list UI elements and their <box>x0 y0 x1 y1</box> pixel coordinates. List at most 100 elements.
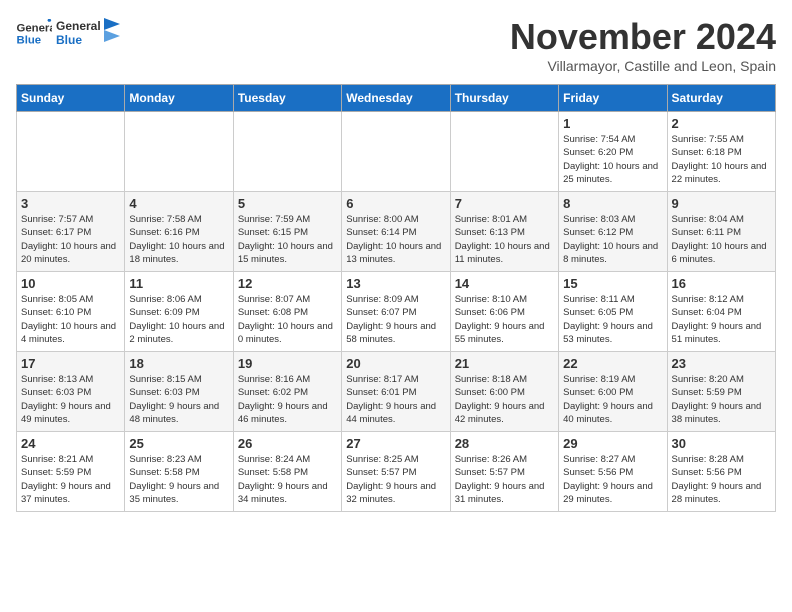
day-number: 11 <box>129 276 228 291</box>
day-number: 15 <box>563 276 662 291</box>
calendar-cell: 20 Sunrise: 8:17 AM Sunset: 6:01 PM Dayli… <box>342 352 450 432</box>
day-number: 4 <box>129 196 228 211</box>
day-info: Sunrise: 8:05 AM Sunset: 6:10 PM Dayligh… <box>21 293 120 346</box>
calendar-cell: 26Sunrise: 8:24 AM Sunset: 5:58 PM Dayli… <box>233 432 341 512</box>
day-number: 5 <box>238 196 337 211</box>
calendar-cell: 25Sunrise: 8:23 AM Sunset: 5:58 PM Dayli… <box>125 432 233 512</box>
calendar-cell: 27 Sunrise: 8:25 AM Sunset: 5:57 PM Dayli… <box>342 432 450 512</box>
calendar-cell: 13 Sunrise: 8:09 AM Sunset: 6:07 PM Dayli… <box>342 272 450 352</box>
day-number: 20 <box>346 356 445 371</box>
day-of-week-header: Sunday <box>17 85 125 112</box>
day-number: 10 <box>21 276 120 291</box>
day-number: 14 <box>455 276 554 291</box>
day-number: 12 <box>238 276 337 291</box>
day-info: Sunrise: 8:28 AM Sunset: 5:56 PM Dayligh… <box>672 453 771 506</box>
day-number: 13 <box>346 276 445 291</box>
day-number: 3 <box>21 196 120 211</box>
day-info: Sunrise: 7:57 AM Sunset: 6:17 PM Dayligh… <box>21 213 120 266</box>
day-number: 7 <box>455 196 554 211</box>
calendar-cell <box>342 112 450 192</box>
calendar-cell: 7 Sunrise: 8:01 AM Sunset: 6:13 PM Daylig… <box>450 192 558 272</box>
day-number: 21 <box>455 356 554 371</box>
calendar-cell: 10 Sunrise: 8:05 AM Sunset: 6:10 PM Dayli… <box>17 272 125 352</box>
day-info: Sunrise: 8:18 AM Sunset: 6:00 PM Dayligh… <box>455 373 554 426</box>
svg-text:Blue: Blue <box>17 35 42 47</box>
day-of-week-header: Monday <box>125 85 233 112</box>
calendar-cell <box>125 112 233 192</box>
day-info: Sunrise: 7:59 AM Sunset: 6:15 PM Dayligh… <box>238 213 337 266</box>
calendar-week-row: 3 Sunrise: 7:57 AM Sunset: 6:17 PM Daylig… <box>17 192 776 272</box>
calendar-header-row: SundayMondayTuesdayWednesdayThursdayFrid… <box>17 85 776 112</box>
calendar-cell: 18 Sunrise: 8:15 AM Sunset: 6:03 PM Dayli… <box>125 352 233 432</box>
day-info: Sunrise: 8:13 AM Sunset: 6:03 PM Dayligh… <box>21 373 120 426</box>
day-number: 16 <box>672 276 771 291</box>
logo-flag <box>102 16 122 50</box>
calendar-cell: 19 Sunrise: 8:16 AM Sunset: 6:02 PM Dayli… <box>233 352 341 432</box>
calendar-cell: 30 Sunrise: 8:28 AM Sunset: 5:56 PM Dayli… <box>667 432 775 512</box>
day-number: 30 <box>672 436 771 451</box>
day-number: 17 <box>21 356 120 371</box>
day-number: 28 <box>455 436 554 451</box>
day-info: Sunrise: 8:03 AM Sunset: 6:12 PM Dayligh… <box>563 213 662 266</box>
calendar-cell: 5 Sunrise: 7:59 AM Sunset: 6:15 PM Daylig… <box>233 192 341 272</box>
header: General Blue General Blue November 2024 … <box>16 16 776 74</box>
day-info: Sunrise: 8:25 AM Sunset: 5:57 PM Dayligh… <box>346 453 445 506</box>
day-info: Sunrise: 8:00 AM Sunset: 6:14 PM Dayligh… <box>346 213 445 266</box>
day-info: Sunrise: 8:24 AM Sunset: 5:58 PM Dayligh… <box>238 453 337 506</box>
calendar-cell: 12 Sunrise: 8:07 AM Sunset: 6:08 PM Dayli… <box>233 272 341 352</box>
day-number: 6 <box>346 196 445 211</box>
day-of-week-header: Wednesday <box>342 85 450 112</box>
day-info: Sunrise: 8:20 AM Sunset: 5:59 PM Dayligh… <box>672 373 771 426</box>
day-number: 29 <box>563 436 662 451</box>
calendar-cell: 2Sunrise: 7:55 AM Sunset: 6:18 PM Daylig… <box>667 112 775 192</box>
calendar-week-row: 1Sunrise: 7:54 AM Sunset: 6:20 PM Daylig… <box>17 112 776 192</box>
day-number: 22 <box>563 356 662 371</box>
calendar-cell: 29Sunrise: 8:27 AM Sunset: 5:56 PM Dayli… <box>559 432 667 512</box>
day-info: Sunrise: 8:09 AM Sunset: 6:07 PM Dayligh… <box>346 293 445 346</box>
day-of-week-header: Friday <box>559 85 667 112</box>
calendar-cell: 15 Sunrise: 8:11 AM Sunset: 6:05 PM Dayli… <box>559 272 667 352</box>
day-info: Sunrise: 7:55 AM Sunset: 6:18 PM Dayligh… <box>672 133 771 186</box>
calendar-cell <box>450 112 558 192</box>
day-number: 25 <box>129 436 228 451</box>
calendar-cell: 8 Sunrise: 8:03 AM Sunset: 6:12 PM Daylig… <box>559 192 667 272</box>
day-number: 8 <box>563 196 662 211</box>
day-number: 1 <box>563 116 662 131</box>
day-info: Sunrise: 8:15 AM Sunset: 6:03 PM Dayligh… <box>129 373 228 426</box>
day-info: Sunrise: 8:21 AM Sunset: 5:59 PM Dayligh… <box>21 453 120 506</box>
day-info: Sunrise: 8:16 AM Sunset: 6:02 PM Dayligh… <box>238 373 337 426</box>
logo: General Blue General Blue <box>16 16 122 50</box>
calendar-table: SundayMondayTuesdayWednesdayThursdayFrid… <box>16 84 776 512</box>
logo-svg: General Blue <box>56 16 100 50</box>
title-area: November 2024 Villarmayor, Castille and … <box>510 16 776 74</box>
calendar-cell: 28 Sunrise: 8:26 AM Sunset: 5:57 PM Dayli… <box>450 432 558 512</box>
day-number: 23 <box>672 356 771 371</box>
day-number: 27 <box>346 436 445 451</box>
subtitle: Villarmayor, Castille and Leon, Spain <box>510 58 776 74</box>
calendar-cell: 17 Sunrise: 8:13 AM Sunset: 6:03 PM Dayli… <box>17 352 125 432</box>
day-info: Sunrise: 8:06 AM Sunset: 6:09 PM Dayligh… <box>129 293 228 346</box>
day-number: 9 <box>672 196 771 211</box>
svg-text:General: General <box>56 19 100 33</box>
calendar-cell: 24 Sunrise: 8:21 AM Sunset: 5:59 PM Dayli… <box>17 432 125 512</box>
calendar-week-row: 24 Sunrise: 8:21 AM Sunset: 5:59 PM Dayli… <box>17 432 776 512</box>
day-info: Sunrise: 8:07 AM Sunset: 6:08 PM Dayligh… <box>238 293 337 346</box>
day-number: 24 <box>21 436 120 451</box>
day-of-week-header: Tuesday <box>233 85 341 112</box>
calendar-cell: 21 Sunrise: 8:18 AM Sunset: 6:00 PM Dayli… <box>450 352 558 432</box>
day-number: 18 <box>129 356 228 371</box>
calendar-cell: 6 Sunrise: 8:00 AM Sunset: 6:14 PM Daylig… <box>342 192 450 272</box>
day-info: Sunrise: 8:04 AM Sunset: 6:11 PM Dayligh… <box>672 213 771 266</box>
day-info: Sunrise: 8:01 AM Sunset: 6:13 PM Dayligh… <box>455 213 554 266</box>
day-number: 19 <box>238 356 337 371</box>
calendar-cell: 14Sunrise: 8:10 AM Sunset: 6:06 PM Dayli… <box>450 272 558 352</box>
calendar-cell: 23 Sunrise: 8:20 AM Sunset: 5:59 PM Dayli… <box>667 352 775 432</box>
day-info: Sunrise: 8:17 AM Sunset: 6:01 PM Dayligh… <box>346 373 445 426</box>
day-info: Sunrise: 7:58 AM Sunset: 6:16 PM Dayligh… <box>129 213 228 266</box>
calendar-cell <box>233 112 341 192</box>
day-info: Sunrise: 8:26 AM Sunset: 5:57 PM Dayligh… <box>455 453 554 506</box>
logo-icon: General Blue <box>16 19 52 47</box>
calendar-cell: 9 Sunrise: 8:04 AM Sunset: 6:11 PM Daylig… <box>667 192 775 272</box>
calendar-cell: 3 Sunrise: 7:57 AM Sunset: 6:17 PM Daylig… <box>17 192 125 272</box>
day-info: Sunrise: 8:11 AM Sunset: 6:05 PM Dayligh… <box>563 293 662 346</box>
